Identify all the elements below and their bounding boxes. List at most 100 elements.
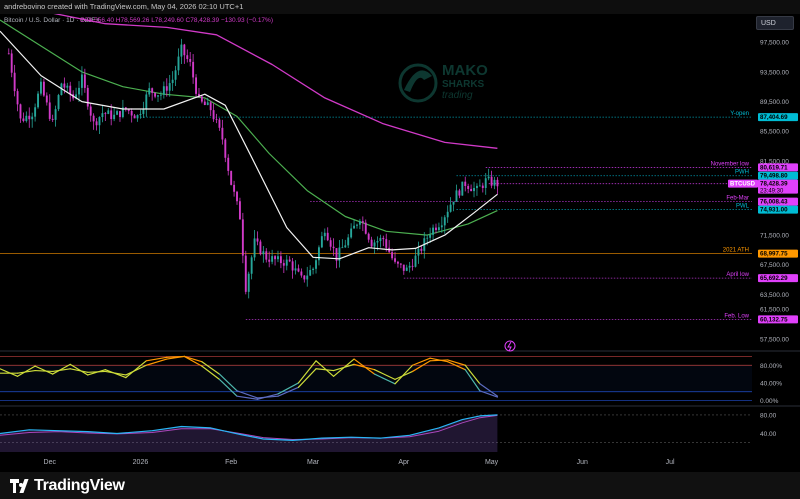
osc2-axis-label: 80.00	[760, 412, 777, 419]
candle-body	[435, 227, 437, 231]
candle-body	[209, 102, 212, 111]
candle-body	[429, 234, 432, 238]
candle-body	[40, 81, 42, 94]
time-axis-label: Dec	[44, 459, 57, 466]
candle-body	[432, 227, 435, 235]
candle-body	[221, 127, 224, 140]
candle-body	[218, 119, 221, 128]
candle-body	[373, 242, 376, 247]
candle-body	[326, 232, 329, 241]
candle-body	[361, 221, 364, 223]
time-axis-label: 2026	[133, 459, 149, 466]
ohlc-legend: O78,556.40 H78,569.26 L78,249.60 C78,428…	[80, 17, 273, 24]
candle-body	[396, 261, 399, 264]
candle-body	[347, 237, 350, 246]
candle-body	[171, 79, 174, 84]
candle-body	[253, 238, 256, 258]
candle-body	[475, 185, 478, 189]
candle-body	[51, 118, 54, 120]
candle-body	[86, 87, 89, 107]
watermark-line-2: SHARKS	[442, 79, 485, 90]
osc2-axis-label: 40.00	[760, 431, 777, 438]
candle-body	[136, 115, 139, 119]
candle-body	[496, 179, 499, 187]
price-tag-value: 76,008.43	[760, 199, 788, 206]
candle-body	[312, 268, 315, 271]
candle-body	[203, 101, 206, 105]
candle-body	[7, 53, 10, 55]
candle-body	[66, 85, 69, 88]
candle-body	[80, 74, 83, 88]
price-axis-label: 97,500.00	[760, 40, 789, 47]
candle-body	[247, 273, 250, 292]
level-label: PWH	[735, 170, 749, 176]
candle-body	[151, 88, 154, 93]
candle-body	[230, 170, 233, 185]
candle-body	[288, 259, 291, 262]
candle-body	[282, 263, 285, 266]
candle-body	[464, 181, 467, 186]
candle-body	[165, 86, 168, 91]
candle-body	[57, 95, 60, 110]
candle-body	[13, 72, 16, 92]
candle-body	[110, 110, 113, 120]
candle-body	[443, 217, 446, 226]
candle-body	[227, 157, 230, 171]
candle-body	[133, 115, 136, 119]
candle-body	[265, 251, 268, 260]
candle-body	[291, 261, 294, 271]
candle-body	[174, 70, 177, 80]
symbol-tag-label: BTCUSD	[730, 182, 756, 188]
candle-body	[405, 267, 408, 271]
price-tag-value: 68,997.75	[760, 251, 788, 258]
candle-body	[224, 139, 227, 158]
candle-body	[113, 114, 116, 120]
candle-body	[309, 270, 312, 276]
tradingview-brand[interactable]: TradingView	[10, 477, 125, 495]
candle-body	[22, 118, 25, 122]
candle-body	[458, 190, 461, 196]
candle-body	[34, 107, 37, 117]
candle-body	[244, 255, 247, 292]
time-axis-label: May	[485, 459, 499, 466]
tradingview-wordmark: TradingView	[34, 477, 125, 494]
candle-body	[19, 104, 22, 119]
candle-body	[200, 96, 203, 102]
level-label: November low	[711, 161, 750, 167]
level-label: 2021 ATH	[723, 248, 749, 254]
countdown-label: 23:49:30	[760, 189, 784, 195]
chart-header: andrebovino created with TradingView.com…	[0, 0, 800, 15]
candle-body	[484, 178, 487, 188]
candle-body	[78, 87, 80, 95]
candle-body	[306, 275, 309, 280]
candle-body	[95, 121, 98, 126]
candle-body	[323, 232, 326, 237]
candle-body	[271, 256, 274, 262]
watermark-line-1: MAKO	[442, 62, 488, 79]
candle-body	[168, 83, 171, 91]
price-axis-label: 71,500.00	[760, 233, 789, 240]
chart-canvas[interactable]: MAKOSHARKStradingBitcoin / U.S. Dollar ·…	[0, 14, 800, 472]
price-axis-label: 63,500.00	[760, 292, 789, 299]
price-tag-value: 80,619.71	[760, 164, 788, 171]
candle-body	[473, 188, 475, 192]
candle-body	[98, 117, 101, 126]
candle-body	[195, 77, 197, 94]
price-axis-label: 93,500.00	[760, 69, 789, 76]
candle-body	[256, 238, 259, 242]
candle-body	[350, 228, 353, 238]
candle-body	[426, 237, 429, 239]
candle-body	[455, 190, 458, 202]
candle-body	[45, 95, 48, 103]
price-tag-value: 87,404.69	[760, 114, 788, 121]
candle-body	[116, 111, 118, 115]
osc1-axis-label: 0.00%	[760, 398, 779, 405]
level-label: Y-open	[730, 111, 749, 117]
candle-body	[317, 247, 320, 261]
watermark-line-3: trading	[442, 90, 473, 101]
currency-button[interactable]: USD	[756, 16, 794, 30]
time-axis-label: Feb	[225, 459, 237, 466]
candle-body	[16, 91, 19, 105]
candle-body	[417, 248, 420, 256]
candle-body	[481, 185, 484, 188]
